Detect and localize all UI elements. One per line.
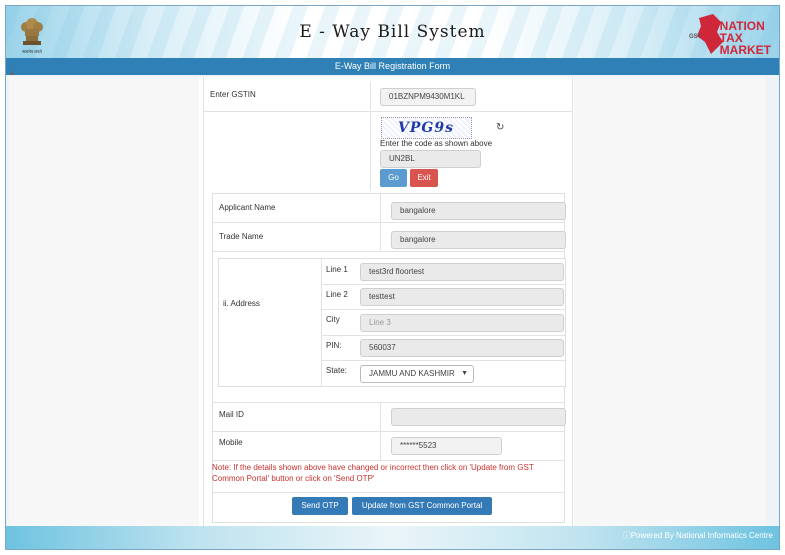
captcha-code: VPG9s [398, 120, 454, 136]
divider [212, 492, 565, 493]
chevron-down-icon: ▼ [461, 370, 468, 377]
divider [204, 111, 572, 112]
send-otp-button[interactable]: Send OTP [292, 497, 348, 515]
divider [321, 284, 566, 285]
page-title: E - Way Bill System [299, 22, 486, 42]
captcha-image: VPG9s [381, 117, 472, 139]
mail-label: Mail ID [219, 410, 244, 419]
mobile-label: Mobile [219, 438, 243, 447]
trade-label: Trade Name [219, 232, 264, 241]
logo-line: MARKET [719, 43, 771, 57]
emblem-caption: सत्यमेव जयते [22, 49, 42, 54]
captcha-hint: Enter the code as shown above [380, 139, 493, 148]
line2-label: Line 2 [326, 290, 348, 299]
header: सत्यमेव जयते E - Way Bill System GST NAT… [6, 6, 779, 58]
footer: ⓘPowered By National Informatics Centre [6, 526, 779, 549]
form-column: Enter GSTIN 01BZNPM9430M1KL VPG9s ↻ Ente… [203, 77, 573, 533]
divider [212, 222, 565, 223]
applicant-input[interactable]: bangalore [391, 202, 566, 220]
update-note: Note: If the details shown above have ch… [212, 463, 534, 483]
pin-label: PIN: [326, 341, 342, 350]
pin-input[interactable]: 560037 [360, 339, 564, 357]
line2-input[interactable]: testtest [360, 288, 564, 306]
right-margin [574, 77, 766, 533]
update-portal-button[interactable]: Update from GST Common Portal [352, 497, 492, 515]
app-frame: सत्यमेव जयते E - Way Bill System GST NAT… [5, 5, 780, 550]
captcha-input[interactable]: UN2BL [380, 150, 481, 168]
divider [370, 111, 371, 191]
divider [212, 431, 565, 432]
city-input[interactable]: Line 3 [360, 314, 564, 332]
exit-button[interactable]: Exit [410, 169, 438, 187]
scroll-up-icon[interactable]: ▲ [8, 68, 16, 77]
applicant-label: Applicant Name [219, 203, 276, 212]
nation-tax-market-logo: GST NATION TAX MARKET [689, 12, 775, 56]
gstin-label: Enter GSTIN [210, 90, 256, 99]
state-value: JAMMU AND KASHMIR [369, 369, 455, 378]
footer-credit: ⓘPowered By National Informatics Centre [623, 530, 773, 541]
address-label: ii. Address [223, 299, 260, 308]
go-button[interactable]: Go [380, 169, 407, 187]
form-panel: Enter GSTIN 01BZNPM9430M1KL VPG9s ↻ Ente… [9, 77, 766, 533]
mobile-input[interactable]: ******5523 [391, 437, 502, 455]
city-label: City [326, 315, 340, 324]
line1-label: Line 1 [326, 265, 348, 274]
gstin-input[interactable]: 01BZNPM9430M1KL [380, 88, 476, 106]
divider [321, 258, 322, 387]
divider [321, 335, 566, 336]
divider [212, 251, 565, 252]
refresh-icon[interactable]: ↻ [496, 122, 504, 133]
form-banner: E-Way Bill Registration Form [6, 58, 779, 75]
left-margin [9, 77, 199, 533]
trade-input[interactable]: bangalore [391, 231, 566, 249]
line1-input[interactable]: test3rd floortest [360, 263, 564, 281]
mail-input[interactable] [391, 408, 566, 426]
divider [321, 360, 566, 361]
state-select[interactable]: JAMMU AND KASHMIR ▼ [360, 365, 474, 383]
divider [370, 82, 371, 110]
divider [212, 460, 565, 461]
divider [212, 402, 565, 403]
divider [321, 309, 566, 310]
state-label: State: [326, 366, 347, 375]
info-icon: ⓘ [622, 531, 631, 540]
gst-badge: GST [689, 34, 702, 40]
footer-text: Powered By National Informatics Centre [630, 531, 773, 540]
logo-wordmark: NATION TAX MARKET [720, 20, 771, 56]
